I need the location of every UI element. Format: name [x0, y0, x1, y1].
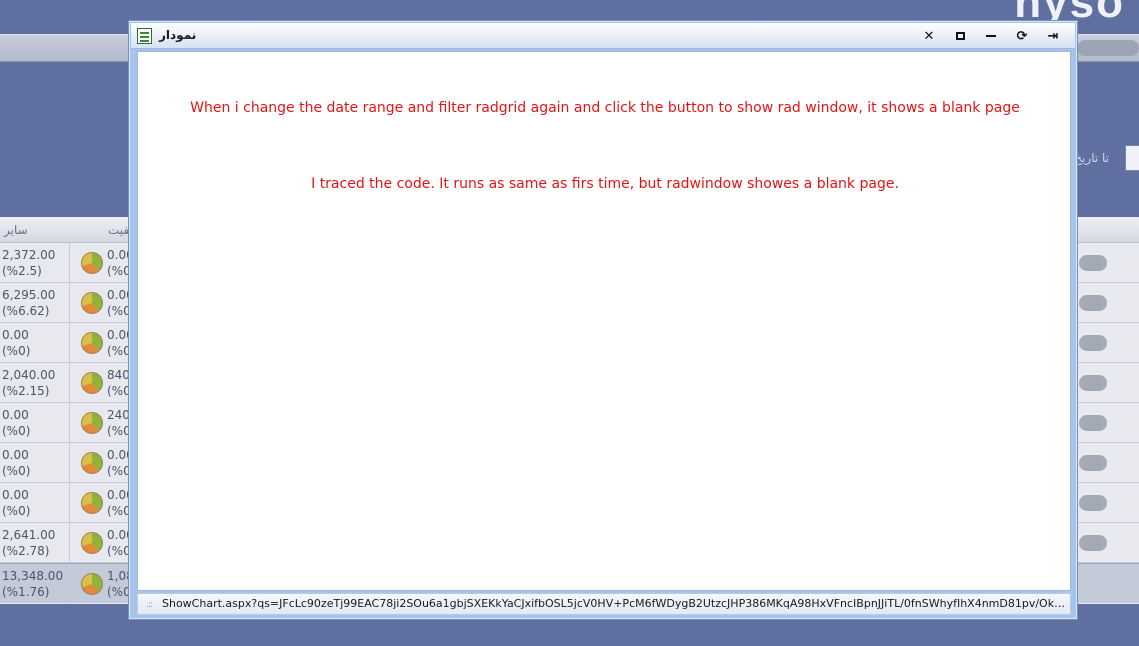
row-action-button[interactable] — [1079, 455, 1107, 471]
pie-chart-icon[interactable] — [81, 412, 103, 434]
other-cell: 0.00 (%0) — [2, 408, 31, 438]
maximize-icon[interactable] — [952, 28, 968, 44]
other-cell: 0.00 (%0) — [2, 448, 31, 478]
pie-chart-icon[interactable] — [81, 372, 103, 394]
total-other-cell: 13,348.00 (%1.76) — [2, 569, 64, 599]
pie-chart-icon[interactable] — [81, 252, 103, 274]
resize-grip-icon[interactable]: .:: — [146, 600, 153, 610]
close-icon[interactable]: ✕ — [921, 28, 937, 44]
other-cell: 2,372.00 (%2.5) — [2, 248, 56, 278]
row-action-button[interactable] — [1079, 295, 1107, 311]
window-app-icon — [137, 28, 152, 44]
pie-chart-icon[interactable] — [81, 292, 103, 314]
window-title: نمودار — [159, 28, 197, 42]
other-cell: 2,641.00 (%2.78) — [2, 528, 56, 558]
to-date-label: تا تاریخ — [1074, 151, 1109, 165]
row-action-button[interactable] — [1079, 495, 1107, 511]
other-cell: 0.00 (%0) — [2, 488, 31, 518]
message-line-2: I traced the code. It runs as same as fi… — [311, 176, 899, 192]
reload-icon[interactable]: ⟳ — [1014, 28, 1030, 44]
pie-chart-icon[interactable] — [81, 573, 103, 595]
pin-icon[interactable]: ⇥ — [1045, 28, 1061, 44]
pie-chart-icon[interactable] — [81, 452, 103, 474]
window-titlebar[interactable]: نمودار ✕ ⟳ ⇥ — [131, 23, 1075, 49]
status-url: ShowChart.aspx?qs=JFcLc90zeTj99EAC78ji2S… — [162, 597, 1068, 610]
pie-chart-icon[interactable] — [81, 332, 103, 354]
other-cell: 6,295.00 (%6.62) — [2, 288, 56, 318]
row-action-button[interactable] — [1079, 415, 1107, 431]
row-action-button[interactable] — [1079, 535, 1107, 551]
row-action-button[interactable] — [1079, 335, 1107, 351]
pie-chart-icon[interactable] — [81, 532, 103, 554]
minimize-icon[interactable] — [983, 28, 999, 44]
toolbar-pill-button[interactable] — [1077, 40, 1139, 56]
to-date-input[interactable] — [1125, 145, 1139, 171]
other-cell: 2,040.00 (%2.15) — [2, 368, 56, 398]
pie-chart-icon[interactable] — [81, 492, 103, 514]
header-other[interactable]: سایر — [4, 223, 28, 237]
window-statusbar: .:: ShowChart.aspx?qs=JFcLc90zeTj99EAC78… — [137, 593, 1071, 615]
message-line-1: When i change the date range and filter … — [190, 100, 1020, 116]
row-action-button[interactable] — [1079, 375, 1107, 391]
rad-window: نمودار ✕ ⟳ ⇥ When i change the date rang… — [128, 20, 1078, 620]
row-action-button[interactable] — [1079, 255, 1107, 271]
other-cell: 0.00 (%0) — [2, 328, 31, 358]
window-content: When i change the date range and filter … — [137, 51, 1071, 591]
